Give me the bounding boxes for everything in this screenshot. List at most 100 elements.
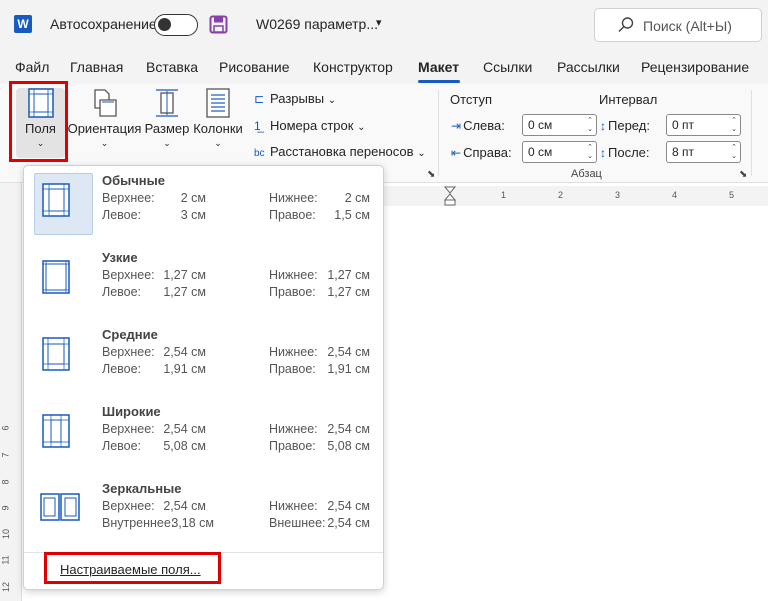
page-setup-launcher-icon[interactable]: ⬊ [427,169,435,180]
spinner-arrows-icon[interactable]: ⌃ ⌄ [731,143,737,161]
chevron-down-icon: ⌄ [100,138,109,148]
option-key: Верхнее: [102,191,155,205]
spacing-after-value: 8 пт [672,145,695,159]
indent-left-input[interactable]: 0 см ⌃ ⌄ [522,114,597,136]
tab-references[interactable]: Ссылки [483,59,532,75]
line-numbers-button[interactable]: 1̲ Номера строк ⌄ [254,118,365,133]
document-canvas[interactable] [382,210,768,601]
indent-left-icon: ⇥ [451,119,462,133]
margin-option-normal[interactable]: Обычные Верхнее: 2 см Нижнее: 2 см Левое… [24,173,383,245]
margins-narrow-icon [42,260,70,294]
option-value: 1,27 см [327,285,370,299]
margin-option-wide[interactable]: Широкие Верхнее: 2,54 см Нижнее: 2,54 см… [24,404,383,476]
option-value: 5,08 см [163,439,206,453]
tab-layout[interactable]: Макет [418,59,459,75]
spacing-before-input[interactable]: 0 пт ⌃ ⌄ [666,114,741,136]
breaks-button[interactable]: ⊏ Разрывы ⌄ [254,91,336,106]
tab-insert[interactable]: Вставка [146,59,198,75]
option-key: Левое: [102,285,142,299]
option-value: 2,54 см [163,345,206,359]
option-value: 3,18 см [171,516,214,530]
option-value: 1,5 см [334,208,370,222]
chevron-down-icon: ⌄ [214,138,222,148]
spinner-arrows-icon[interactable]: ⌃ ⌄ [587,143,593,161]
size-button[interactable]: Размер ⌄ [144,88,190,149]
hyphenation-label: Расстановка переносов [270,144,414,159]
margin-option-mirrored[interactable]: Зеркальные Верхнее: 2,54 см Нижнее: 2,54… [24,481,383,553]
indent-marker-icon[interactable] [444,186,456,206]
orientation-button[interactable]: Ориентация ⌄ [67,88,142,149]
chevron-down-icon[interactable]: ▾ [376,16,382,29]
chevron-down-icon: ⌄ [357,122,366,133]
margins-normal-icon [42,183,70,217]
ruler-tick: 11 [0,555,11,565]
spinner-arrows-icon[interactable]: ⌃ ⌄ [587,116,593,134]
hyphenation-button[interactable]: bc Расстановка переносов ⌄ [254,144,426,159]
orientation-icon [93,89,117,117]
save-icon[interactable] [209,15,228,34]
margins-moderate-icon [42,337,70,371]
option-value: 2 см [180,191,206,205]
margins-mirrored-icon [40,493,80,521]
paragraph-launcher-icon[interactable]: ⬊ [739,169,747,180]
ruler-tick: 7 [0,452,11,458]
columns-label: Колонки [193,121,243,136]
hyphenation-icon: bc [254,148,265,159]
tab-mailings[interactable]: Рассылки [557,59,620,75]
option-key: Правое: [269,285,316,299]
spacing-after-input[interactable]: 8 пт ⌃ ⌄ [666,141,741,163]
vertical-ruler: 6 7 8 9 10 11 12 [0,183,22,601]
group-separator [438,90,439,176]
option-key: Внешнее: [269,516,326,530]
indent-header: Отступ [450,92,493,107]
spacing-before-label: ↕ Перед: [600,118,650,133]
autosave-toggle[interactable] [154,14,198,36]
spinner-arrows-icon[interactable]: ⌃ ⌄ [731,116,737,134]
ruler-tick: 9 [0,505,11,511]
option-value: 5,08 см [327,439,370,453]
option-value: 2,54 см [163,422,206,436]
option-value: 1,27 см [327,268,370,282]
ruler-tick: 12 [1,581,12,593]
indent-right-input[interactable]: 0 см ⌃ ⌄ [522,141,597,163]
option-name: Зеркальные [102,481,182,496]
margin-option-narrow[interactable]: Узкие Верхнее: 1,27 см Нижнее: 1,27 см Л… [24,250,383,322]
option-key: Верхнее: [102,422,155,436]
document-title[interactable]: W0269 параметр... [256,16,378,32]
columns-button[interactable]: Колонки ⌄ [193,88,243,149]
spacing-before-value: 0 пт [672,118,695,132]
tab-draw[interactable]: Рисование [219,59,290,75]
option-key: Правое: [269,439,316,453]
tab-review[interactable]: Рецензирование [641,59,749,75]
ruler-tick: 5 [729,190,735,200]
spacing-after-label: ↕ После: [600,145,650,160]
autosave-label: Автосохранение [50,16,157,32]
option-key: Левое: [102,362,142,376]
option-name: Широкие [102,404,161,419]
custom-margins-highlight-box [44,552,221,584]
option-key: Верхнее: [102,345,155,359]
indent-left-value: 0 см [528,118,553,132]
option-key: Левое: [102,439,142,453]
spacing-header: Интервал [599,92,658,107]
search-icon [618,17,634,33]
size-label: Размер [144,121,190,136]
tab-file[interactable]: Файл [15,59,49,75]
option-key: Верхнее: [102,268,155,282]
option-value: 2,54 см [327,345,370,359]
paragraph-group-label: Абзац [571,168,602,180]
search-box[interactable] [594,8,762,42]
chevron-down-icon: ⌄ [327,95,337,106]
margin-option-moderate[interactable]: Средние Верхнее: 2,54 см Нижнее: 2,54 см… [24,327,383,399]
tab-home[interactable]: Главная [70,59,123,75]
ribbon-tabs: Файл Главная Вставка Рисование Конструкт… [0,50,768,84]
option-name: Средние [102,327,158,342]
breaks-icon: ⊏ [254,92,265,106]
option-key: Нижнее: [269,268,318,282]
option-value: 3 см [180,208,206,222]
search-input[interactable] [643,15,758,37]
tab-design[interactable]: Конструктор [313,59,393,75]
spacing-after-icon: ↕ [600,146,606,160]
active-tab-indicator [418,80,460,83]
option-value: 2,54 см [163,499,206,513]
